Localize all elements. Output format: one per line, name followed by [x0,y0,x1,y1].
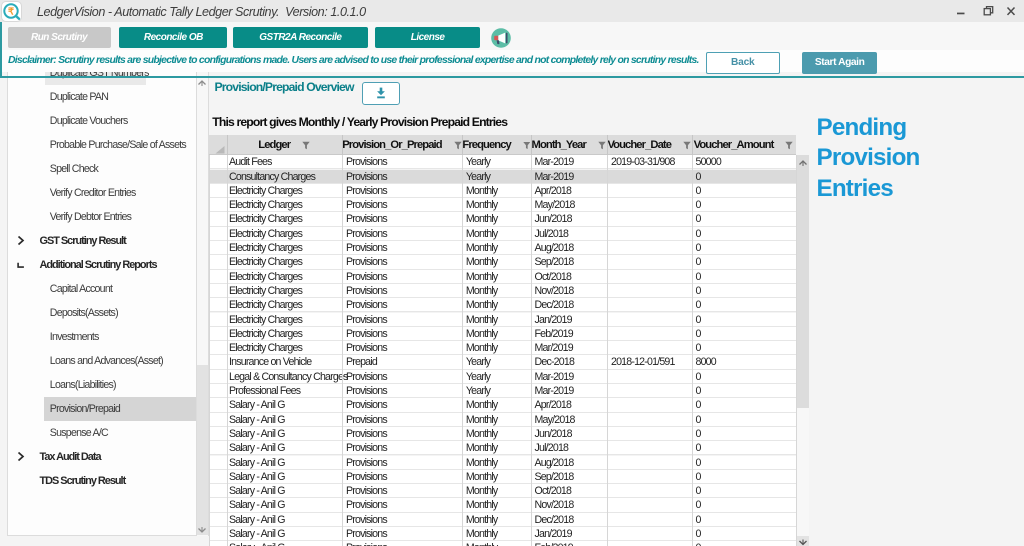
svg-text:₹: ₹ [8,6,15,17]
